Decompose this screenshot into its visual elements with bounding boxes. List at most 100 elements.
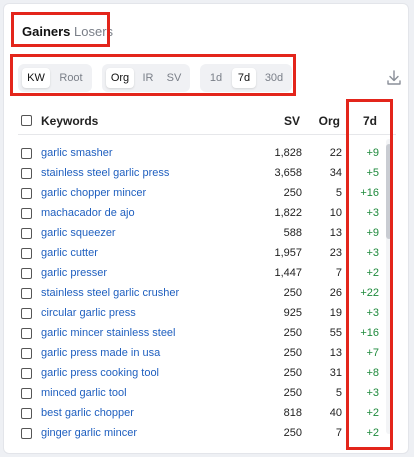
rank-change-value: +2 [366, 267, 379, 279]
rank-change-value: +2 [366, 407, 379, 419]
search-volume-value: 3,658 [274, 167, 302, 179]
rank-change-value: +9 [366, 227, 379, 239]
table-row: circular garlic press 925 19 +3 [4, 304, 408, 324]
row-checkbox[interactable] [21, 388, 32, 399]
keyword-link[interactable]: garlic squeezer [41, 227, 116, 239]
keyword-link[interactable]: garlic press made in usa [41, 347, 160, 359]
table-row: garlic smasher 1,828 22 +9 [4, 144, 408, 164]
search-volume-value: 250 [283, 287, 302, 299]
row-checkbox[interactable] [21, 288, 32, 299]
row-checkbox[interactable] [21, 148, 32, 159]
organic-rank-value: 34 [329, 167, 342, 179]
row-checkbox[interactable] [21, 368, 32, 379]
search-volume-value: 1,447 [274, 267, 302, 279]
filter-1d-button[interactable]: 1d [204, 68, 228, 88]
rank-change-value: +3 [366, 387, 379, 399]
keyword-link[interactable]: garlic presser [41, 267, 107, 279]
column-header-change[interactable]: 7d [363, 114, 377, 128]
rank-change-value: +3 [366, 207, 379, 219]
row-checkbox[interactable] [21, 268, 32, 279]
keyword-link[interactable]: machacador de ajo [41, 207, 135, 219]
tab-gainers[interactable]: Gainers [22, 24, 70, 39]
organic-rank-value: 10 [329, 207, 342, 219]
keyword-link[interactable]: best garlic chopper [41, 407, 134, 419]
search-volume-value: 1,822 [274, 207, 302, 219]
mode-toggle-group: KW Root [18, 64, 92, 92]
rank-change-value: +5 [366, 167, 379, 179]
table-row: garlic presser 1,447 7 +2 [4, 264, 408, 284]
rank-change-value: +8 [366, 367, 379, 379]
organic-rank-value: 13 [329, 227, 342, 239]
table-row: garlic press cooking tool 250 31 +8 [4, 364, 408, 384]
row-checkbox[interactable] [21, 208, 32, 219]
header-divider [18, 134, 396, 135]
rank-change-value: +3 [366, 247, 379, 259]
column-header-org[interactable]: Org [319, 114, 340, 128]
keyword-link[interactable]: minced garlic tool [41, 387, 127, 399]
search-volume-value: 925 [283, 307, 302, 319]
keyword-link[interactable]: garlic mincer stainless steel [41, 327, 176, 339]
organic-rank-value: 23 [329, 247, 342, 259]
organic-rank-value: 55 [329, 327, 342, 339]
download-icon[interactable] [384, 68, 404, 88]
row-checkbox[interactable] [21, 168, 32, 179]
filter-sv-button[interactable]: SV [162, 68, 186, 88]
rank-change-value: +9 [366, 147, 379, 159]
filter-root-button[interactable]: Root [54, 68, 88, 88]
organic-rank-value: 5 [335, 187, 342, 199]
organic-rank-value: 26 [329, 287, 342, 299]
table-row: garlic press made in usa 250 13 +7 [4, 344, 408, 364]
search-volume-value: 250 [283, 427, 302, 439]
organic-rank-value: 7 [335, 267, 342, 279]
tab-losers[interactable]: Losers [74, 24, 113, 39]
filter-ir-button[interactable]: IR [136, 68, 160, 88]
row-checkbox[interactable] [21, 328, 32, 339]
keyword-panel: Gainers Losers KW Root Org IR SV 1d 7d 3… [3, 3, 409, 454]
keyword-link[interactable]: garlic press cooking tool [41, 367, 159, 379]
organic-rank-value: 22 [329, 147, 342, 159]
select-all-checkbox[interactable] [21, 115, 32, 126]
row-checkbox[interactable] [21, 348, 32, 359]
rank-change-value: +22 [360, 287, 379, 299]
filter-7d-button[interactable]: 7d [232, 68, 256, 88]
table-row: stainless steel garlic press 3,658 34 +5 [4, 164, 408, 184]
table-row: machacador de ajo 1,822 10 +3 [4, 204, 408, 224]
keyword-link[interactable]: garlic cutter [41, 247, 98, 259]
column-header-keywords[interactable]: Keywords [41, 114, 98, 128]
organic-rank-value: 19 [329, 307, 342, 319]
organic-rank-value: 40 [329, 407, 342, 419]
row-checkbox[interactable] [21, 428, 32, 439]
metric-toggle-group: Org IR SV [102, 64, 190, 92]
row-checkbox[interactable] [21, 248, 32, 259]
keyword-link[interactable]: circular garlic press [41, 307, 136, 319]
rank-change-value: +16 [360, 187, 379, 199]
rank-change-value: +3 [366, 307, 379, 319]
filter-30d-button[interactable]: 30d [260, 68, 288, 88]
keyword-link[interactable]: stainless steel garlic crusher [41, 287, 179, 299]
keyword-link[interactable]: garlic chopper mincer [41, 187, 146, 199]
table-row: garlic mincer stainless steel 250 55 +16 [4, 324, 408, 344]
search-volume-value: 250 [283, 387, 302, 399]
search-volume-value: 818 [283, 407, 302, 419]
filter-org-button[interactable]: Org [106, 68, 134, 88]
row-checkbox[interactable] [21, 228, 32, 239]
search-volume-value: 588 [283, 227, 302, 239]
column-header-sv[interactable]: SV [284, 114, 300, 128]
row-checkbox[interactable] [21, 188, 32, 199]
keyword-link[interactable]: stainless steel garlic press [41, 167, 169, 179]
rank-change-value: +7 [366, 347, 379, 359]
search-volume-value: 250 [283, 347, 302, 359]
scrollbar-thumb[interactable] [386, 144, 392, 239]
row-checkbox[interactable] [21, 308, 32, 319]
search-volume-value: 250 [283, 327, 302, 339]
search-volume-value: 1,957 [274, 247, 302, 259]
period-toggle-group: 1d 7d 30d [200, 64, 292, 92]
table-row: best garlic chopper 818 40 +2 [4, 404, 408, 424]
organic-rank-value: 13 [329, 347, 342, 359]
filter-kw-button[interactable]: KW [22, 68, 50, 88]
row-checkbox[interactable] [21, 408, 32, 419]
search-volume-value: 250 [283, 367, 302, 379]
keyword-link[interactable]: ginger garlic mincer [41, 427, 137, 439]
keyword-link[interactable]: garlic smasher [41, 147, 113, 159]
table-row: minced garlic tool 250 5 +3 [4, 384, 408, 404]
